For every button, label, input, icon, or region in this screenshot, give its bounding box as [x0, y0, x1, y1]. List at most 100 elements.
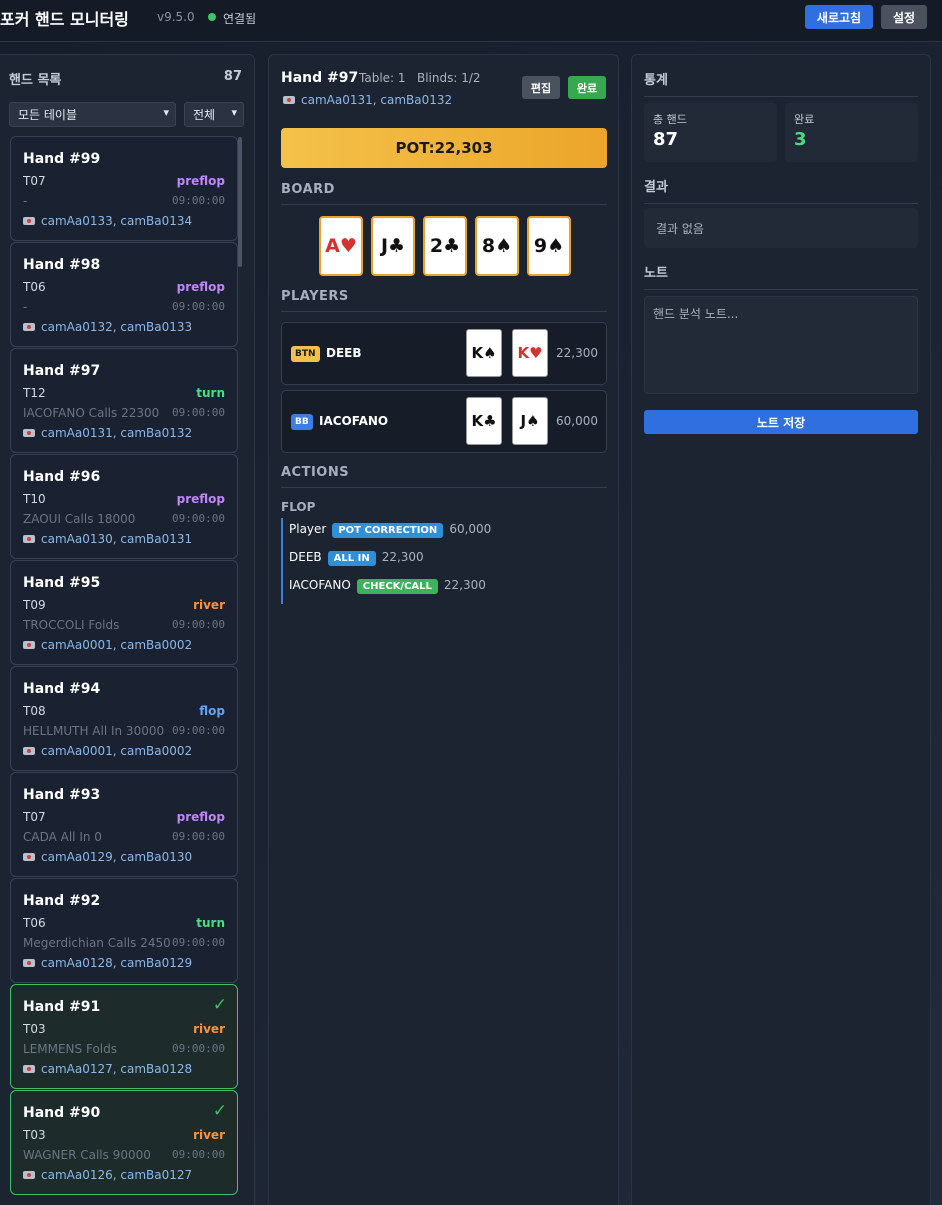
status-filter-select[interactable]: 전체 ▾	[184, 102, 244, 127]
detail-meta: Table: 1 Blinds: 1/2	[359, 71, 481, 85]
hand-street: river	[193, 598, 225, 612]
card-suit-icon: ♣	[388, 235, 406, 257]
board-card: J♣	[371, 216, 415, 276]
hand-list-title: 핸드 목록	[9, 73, 62, 88]
hand-list-item[interactable]: Hand #97 T12 turn IACOFANO Calls 22300 09:00…	[10, 348, 238, 453]
hand-list-item[interactable]: Hand #96 T10 preflop ZAOUI Calls 18000 09:00…	[10, 454, 238, 559]
table-filter-select[interactable]: 모든 테이블 ▾	[9, 102, 176, 127]
hand-table: T03	[23, 1128, 46, 1142]
card-rank: K	[517, 344, 530, 362]
card-suit-icon: ♥	[339, 235, 357, 257]
save-note-button[interactable]: 노트 저장	[644, 410, 918, 434]
hand-title: Hand #93	[23, 787, 101, 803]
hand-cams: camAa0001, camBa0002	[23, 638, 192, 652]
board-card: 9♠	[527, 216, 571, 276]
check-icon: ✓	[212, 1101, 227, 1121]
detail-cams: camAa0131, camBa0132	[283, 93, 452, 107]
hand-list-item[interactable]: Hand #98 T06 preflop - 09:00:00 camAa0132, ca…	[10, 242, 238, 347]
check-icon: ✓	[212, 995, 227, 1015]
hand-time: 09:00:00	[172, 300, 225, 313]
hand-last-action: HELLMUTH All In 30000	[23, 724, 165, 738]
hand-list-item[interactable]: Hand #95 T09 river TROCCOLI Folds 09:00:00 ca…	[10, 560, 238, 665]
camera-icon	[23, 853, 35, 861]
position-badge: BTN	[291, 346, 320, 362]
action-street-label: FLOP	[281, 500, 316, 514]
edit-button[interactable]: 편집	[522, 76, 560, 99]
hand-list-scrollbar[interactable]	[238, 137, 242, 267]
hole-card: J♠	[512, 397, 548, 445]
hand-title: Hand #97	[23, 363, 101, 379]
note-textarea[interactable]	[644, 296, 918, 394]
card-rank: K	[471, 412, 484, 430]
hand-title: Hand #95	[23, 575, 101, 591]
hand-list-item[interactable]: Hand #94 T08 flop HELLMUTH All In 30000 09:0…	[10, 666, 238, 771]
detail-hand-title: Hand #97	[281, 70, 359, 86]
version-label: v9.5.0	[157, 10, 195, 24]
hand-cams: camAa0126, camBa0127	[23, 1168, 192, 1182]
note-title: 노트	[644, 262, 918, 290]
player-row[interactable]: BB IACOFANO K♣ J♠ 60,000	[281, 390, 607, 453]
card-rank: 9	[533, 235, 548, 257]
hand-last-action: LEMMENS Folds	[23, 1042, 117, 1056]
hand-time: 09:00:00	[172, 830, 225, 843]
hand-last-action: TROCCOLI Folds	[23, 618, 120, 632]
hand-time: 09:00:00	[172, 406, 225, 419]
connection-status: 연결됨	[223, 12, 257, 26]
hand-table: T08	[23, 704, 46, 718]
action-player: IACOFANO	[289, 578, 351, 592]
camera-icon	[23, 1171, 35, 1179]
camera-icon	[23, 641, 35, 649]
hand-table: T07	[23, 810, 46, 824]
hand-table: T03	[23, 1022, 46, 1036]
refresh-button[interactable]: 새로고침	[805, 5, 873, 29]
action-player: DEEB	[289, 550, 322, 564]
action-item: DEEB ALL IN 22,300	[289, 550, 424, 566]
action-amount: 22,300	[443, 578, 486, 592]
complete-button[interactable]: 완료	[568, 76, 606, 99]
hand-cams-text: camAa0126, camBa0127	[41, 1168, 193, 1182]
hand-street: flop	[199, 704, 225, 718]
hand-cams-text: camAa0128, camBa0129	[41, 956, 193, 970]
card-rank: 2	[429, 235, 444, 257]
hand-last-action: Megerdichian Calls 2450	[23, 936, 171, 950]
hand-table: T10	[23, 492, 46, 506]
player-stack: 22,300	[556, 346, 598, 360]
hand-cams-text: camAa0129, camBa0130	[41, 850, 193, 864]
hand-list-item[interactable]: Hand #93 T07 preflop CADA All In 0 09:00:00 c…	[10, 772, 238, 877]
hand-list-item[interactable]: Hand #90 ✓ T03 river WAGNER Calls 90000 09:00…	[10, 1090, 238, 1195]
hand-table: T06	[23, 916, 46, 930]
hand-title: Hand #90	[23, 1105, 101, 1121]
hand-street: preflop	[176, 810, 225, 824]
hand-title: Hand #91	[23, 999, 101, 1015]
hand-list-item[interactable]: Hand #99 T07 preflop - 09:00:00 camAa0133, ca…	[10, 136, 238, 241]
hand-cams: camAa0132, camBa0133	[23, 320, 192, 334]
hand-last-action: IACOFANO Calls 22300	[23, 406, 160, 420]
hand-last-action: ZAOUI Calls 18000	[23, 512, 136, 526]
hand-cams: camAa0133, camBa0134	[23, 214, 192, 228]
action-item: IACOFANO CHECK/CALL 22,300	[289, 578, 486, 594]
players-section-title: PLAYERS	[281, 289, 607, 312]
hand-cams-text: camAa0133, camBa0134	[41, 214, 193, 228]
card-suit-icon: ♣	[483, 412, 497, 430]
hand-list-item[interactable]: Hand #92 T06 turn Megerdichian Calls 2450 09…	[10, 878, 238, 983]
actions-section-title: ACTIONS	[281, 465, 607, 488]
hand-time: 09:00:00	[172, 724, 225, 737]
hand-cams: camAa0129, camBa0130	[23, 850, 192, 864]
result-text: 결과 없음	[644, 208, 918, 248]
hole-card: K♣	[466, 397, 502, 445]
camera-icon	[23, 217, 35, 225]
camera-icon	[283, 96, 295, 104]
status-filter-value: 전체	[193, 108, 216, 122]
settings-button[interactable]: 설정	[881, 5, 927, 29]
hand-table: T06	[23, 280, 46, 294]
hand-table: T12	[23, 386, 46, 400]
action-timeline-bar	[281, 518, 283, 604]
card-rank: J	[380, 235, 389, 257]
hole-card: K♠	[466, 329, 502, 377]
pot-display: POT:22,303	[281, 128, 607, 168]
hand-list-item[interactable]: Hand #91 ✓ T03 river LEMMENS Folds 09:00:00 ca…	[10, 984, 238, 1089]
hand-title: Hand #98	[23, 257, 101, 273]
player-row[interactable]: BTN DEEB K♠ K♥ 22,300	[281, 322, 607, 385]
detail-cams-text: camAa0131, camBa0132	[301, 93, 453, 107]
action-item: Player POT CORRECTION 60,000	[289, 522, 491, 538]
